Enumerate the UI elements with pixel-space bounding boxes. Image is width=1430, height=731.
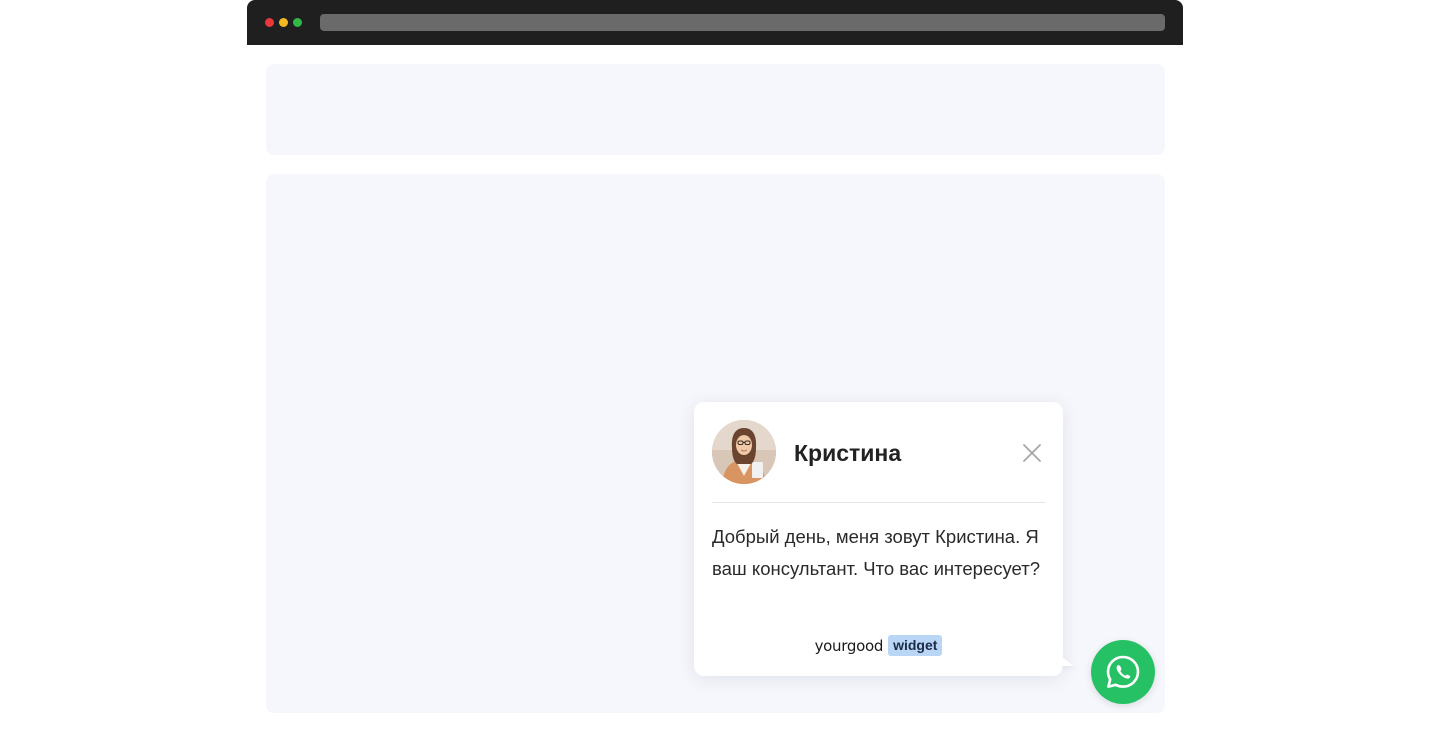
browser-titlebar	[247, 0, 1183, 45]
chat-widget-popup: Кристина Добрый день, меня зовут Кристин…	[694, 402, 1063, 676]
agent-name: Кристина	[794, 440, 902, 466]
widget-branding[interactable]: yourgood widget	[694, 635, 1063, 656]
address-bar[interactable]	[320, 14, 1165, 31]
minimize-window-dot[interactable]	[279, 18, 288, 27]
brand-tag: widget	[888, 635, 943, 656]
header-divider	[712, 502, 1046, 503]
close-window-dot[interactable]	[265, 18, 274, 27]
close-icon[interactable]	[1020, 441, 1044, 465]
greeting-message: Добрый день, меня зовут Кристина. Я ваш …	[712, 526, 1040, 579]
whatsapp-icon	[1106, 655, 1140, 688]
maximize-window-dot[interactable]	[293, 18, 302, 27]
agent-avatar	[712, 420, 776, 484]
whatsapp-launcher-button[interactable]	[1091, 640, 1155, 704]
brand-logo: yourgood	[814, 636, 884, 655]
popup-tail	[1058, 654, 1074, 666]
page-header-placeholder	[266, 64, 1165, 155]
